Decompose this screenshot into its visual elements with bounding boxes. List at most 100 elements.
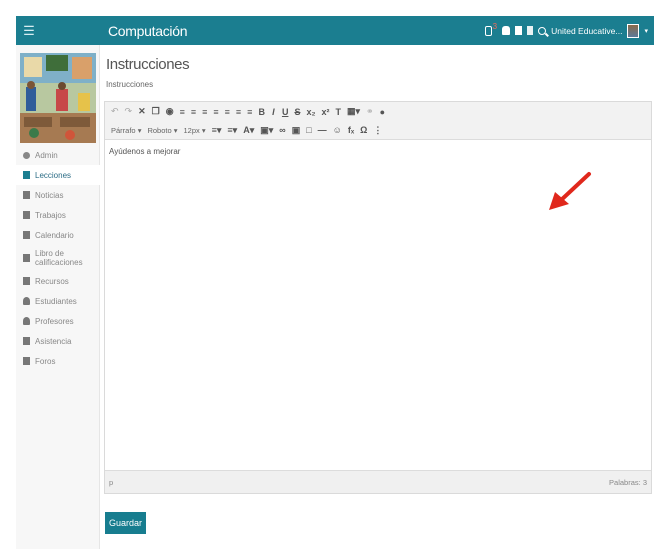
sidebar-item-foros[interactable]: Foros [16,351,100,371]
superscript-icon[interactable]: x² [321,107,329,117]
chevron-down-icon[interactable]: ▾ [644,27,648,35]
table-icon[interactable]: ▦▾ [347,106,360,117]
document-icon[interactable] [515,26,523,35]
sidebar-item-estudiantes[interactable]: Estudiantes [16,291,100,311]
sidebar-item-label: Profesores [35,316,74,326]
editor-text: Ayúdenos a mejorar [109,147,181,156]
sidebar-item-noticias[interactable]: Noticias [16,185,100,205]
insert-link-icon[interactable]: ∞ [279,125,285,135]
size-select[interactable]: 12px ▾ [184,126,206,135]
editor-toolbar-secondary: Párrafo ▾ Roboto ▾ 12px ▾ ≡▾ ≡▾ A▾ ▣▾ ∞ … [105,121,651,140]
format-select[interactable]: Párrafo ▾ [111,126,141,135]
undo-icon[interactable]: ↶ [111,106,119,117]
sidebar: Admin Lecciones Noticias Trabajos Calend… [16,45,100,549]
pin-icon [23,191,30,199]
link-icon[interactable]: ⚭ [366,106,374,117]
align-left-icon[interactable]: ≡ [180,107,185,117]
indent-icon[interactable]: ≡ [225,107,230,117]
sidebar-item-label: Foros [35,356,56,366]
sidebar-item-lecciones[interactable]: Lecciones [16,165,100,185]
sidebar-nav: Admin Lecciones Noticias Trabajos Calend… [16,145,100,371]
outdent-icon[interactable]: ≡ [236,107,241,117]
sidebar-item-label: Estudiantes [35,296,77,306]
book-icon [23,171,30,179]
record-icon[interactable]: ● [380,107,385,117]
font-select[interactable]: Roboto ▾ [147,126,177,135]
top-right-actions: 3 United Educative... ▾ [484,22,648,38]
element-path[interactable]: p [109,478,113,487]
avatar[interactable] [627,23,640,38]
editor-toolbar-primary: ↶ ↷ ✕ ❐ ◉ ≡ ≡ ≡ ≡ ≡ ≡ ≡ B I U S x₂ x² T … [105,102,651,121]
sidebar-item-label: Noticias [35,190,64,200]
sidebar-item-label: Admin [35,150,58,160]
browser-url-strip [0,0,654,14]
page-icon[interactable] [527,26,534,35]
calendar-icon [23,231,30,239]
instructions-label: Instrucciones [106,80,154,89]
special-char-icon[interactable]: Ω [360,125,367,135]
redo-icon[interactable]: ↷ [125,106,133,117]
horizontal-rule-icon[interactable]: — [318,125,327,135]
font-select-value: Roboto [147,125,172,135]
sidebar-item-calendario[interactable]: Calendario [16,225,100,245]
teacher-icon [23,317,30,325]
student-icon [23,297,30,305]
resources-icon [23,277,30,285]
image-icon[interactable]: ▣ [292,125,301,136]
sidebar-item-label: Asistencia [35,336,72,346]
course-title: Computación [108,22,188,39]
format-select-value: Párrafo [111,125,136,135]
bold-icon[interactable]: B [258,107,265,117]
sidebar-item-admin[interactable]: Admin [16,145,100,165]
bullet-list-icon[interactable]: ≡▾ [212,125,222,136]
hamburger-menu-icon[interactable]: ☰ [18,23,40,39]
notification-badge: 3 [492,22,498,31]
rich-text-editor: ↶ ↷ ✕ ❐ ◉ ≡ ≡ ≡ ≡ ≡ ≡ ≡ B I U S x₂ x² T … [104,101,652,494]
search-icon[interactable] [538,26,547,35]
file-icon [23,211,30,219]
align-right-icon[interactable]: ≡ [202,107,207,117]
size-select-value: 12px [183,125,200,135]
cut-icon[interactable]: ✕ [138,106,146,117]
subscript-icon[interactable]: x₂ [306,107,315,117]
sidebar-item-trabajos[interactable]: Trabajos [16,205,100,225]
align-justify-icon[interactable]: ≡ [213,107,218,117]
sidebar-item-label: Libro de calificaciones [35,249,83,267]
text-color-icon[interactable]: A▾ [243,125,254,136]
more-icon[interactable]: ⋮ [373,125,382,136]
clear-format-icon[interactable]: T [335,107,341,117]
sidebar-item-recursos[interactable]: Recursos [16,271,100,291]
mobile-icon[interactable] [484,25,492,36]
sidebar-item-label: Lecciones [35,170,72,180]
gradebook-icon [23,254,30,262]
sidebar-item-asistencia[interactable]: Asistencia [16,331,100,351]
course-image [20,53,96,143]
background-color-icon[interactable]: ▣▾ [260,125,273,136]
top-navbar: ☰ Computación 3 United Educative... ▾ [16,16,654,45]
bell-icon[interactable] [502,26,511,35]
page-title: Instrucciones [106,56,190,73]
sidebar-item-profesores[interactable]: Profesores [16,311,100,331]
blockquote-icon[interactable]: ≡ [247,107,252,117]
paste-icon[interactable]: ◉ [166,106,174,117]
sidebar-item-libro-calificaciones[interactable]: Libro de calificaciones [16,245,100,271]
word-count: Palabras: 3 [609,477,647,487]
sidebar-item-label: Calendario [35,230,74,240]
media-icon[interactable]: □ [306,125,311,135]
annotation-arrow-icon [549,172,591,210]
editor-status-bar: p Palabras: 3 [105,470,651,493]
gear-icon [23,151,30,159]
underline-icon[interactable]: U [282,107,289,117]
sidebar-item-label: Trabajos [35,210,66,220]
italic-icon[interactable]: I [271,107,276,117]
user-name[interactable]: United Educative... [551,26,622,36]
emoji-icon[interactable]: ☺ [333,125,342,135]
formula-icon[interactable]: fₓ [348,125,354,135]
strikethrough-icon[interactable]: S [294,107,300,117]
copy-icon[interactable]: ❐ [152,106,160,117]
align-center-icon[interactable]: ≡ [191,107,196,117]
save-button[interactable]: Guardar [105,512,146,534]
numbered-list-icon[interactable]: ≡▾ [227,125,237,136]
attendance-icon [23,337,30,345]
main-content: Instrucciones Instrucciones ↶ ↷ ✕ ❐ ◉ ≡ … [100,45,654,549]
